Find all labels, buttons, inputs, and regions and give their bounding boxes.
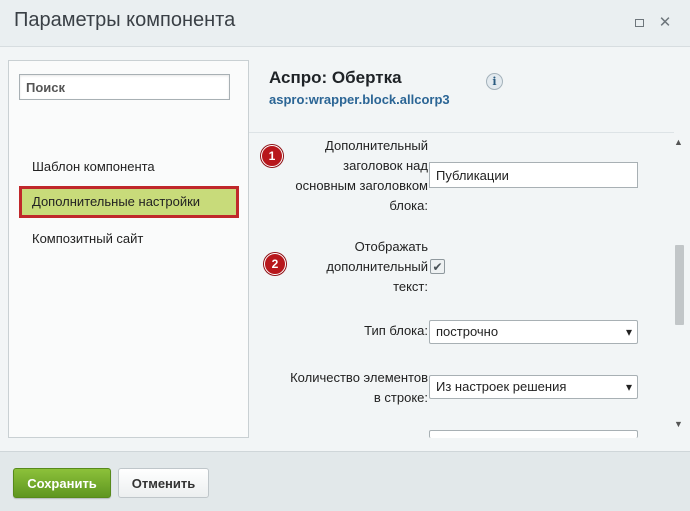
cancel-button[interactable]: Отменить: [118, 468, 209, 498]
items-per-row-value: Из настроек решения: [436, 379, 567, 394]
divider: [249, 132, 674, 133]
dialog-body: Шаблон компонента Дополнительные настрой…: [0, 47, 690, 451]
block-type-value: построчно: [436, 324, 499, 339]
settings-panel: Аспро: Обертка aspro:wrapper.block.allco…: [249, 60, 690, 438]
block-type-select[interactable]: построчно ▾: [429, 320, 638, 344]
scrollbar[interactable]: ▲ ▼: [672, 135, 686, 438]
footer: Сохранить Отменить: [0, 451, 690, 511]
scroll-up-icon[interactable]: ▲: [674, 137, 683, 147]
field-label-show-additional-text: Отображать дополнительный текст:: [326, 239, 428, 294]
title-bar: Параметры компонента ✕: [0, 0, 690, 47]
info-icon[interactable]: i: [486, 73, 503, 90]
chevron-down-icon: ▾: [625, 325, 632, 339]
field-label-items-per-row: Количество элементов в строке:: [290, 370, 428, 405]
additional-heading-input[interactable]: [429, 162, 638, 188]
maximize-icon[interactable]: [632, 16, 646, 30]
sidebar-item-additional-settings[interactable]: Дополнительные настройки: [19, 186, 239, 218]
scroll-down-icon[interactable]: ▼: [674, 419, 683, 429]
show-additional-text-checkbox[interactable]: ✔: [430, 259, 445, 274]
save-button[interactable]: Сохранить: [13, 468, 111, 498]
sidebar-item-composite-site[interactable]: Композитный сайт: [19, 223, 239, 255]
annotation-badge-2: 2: [264, 253, 286, 275]
search-input[interactable]: [19, 74, 230, 100]
scrollbar-thumb[interactable]: [675, 245, 684, 325]
checkmark-icon: ✔: [432, 259, 443, 274]
sidebar: Шаблон компонента Дополнительные настрой…: [8, 60, 249, 438]
component-code: aspro:wrapper.block.allcorp3: [269, 92, 450, 107]
window-title: Параметры компонента: [14, 9, 236, 31]
component-name: Аспро: Обертка: [269, 68, 402, 87]
items-per-row-select[interactable]: Из настроек решения ▾: [429, 375, 638, 399]
annotation-badge-1: 1: [261, 145, 283, 167]
chevron-down-icon: ▾: [625, 380, 632, 394]
sidebar-item-template[interactable]: Шаблон компонента: [19, 151, 239, 183]
close-icon[interactable]: ✕: [658, 15, 672, 30]
field-label-block-type: Тип блока:: [364, 323, 428, 338]
next-field-partial[interactable]: [429, 430, 638, 438]
field-label-additional-heading: Дополнительный заголовок над основным за…: [295, 138, 428, 213]
